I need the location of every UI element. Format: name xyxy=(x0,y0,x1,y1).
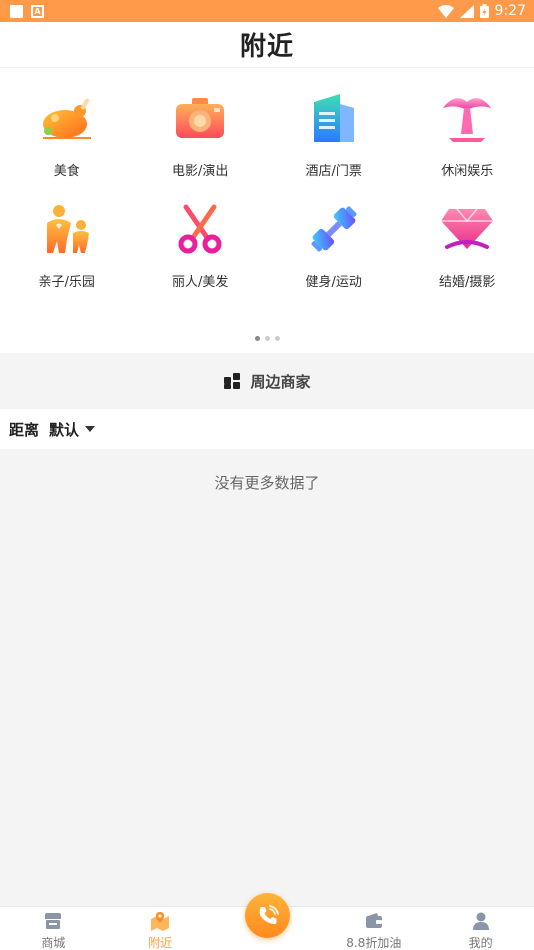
category-grid: 美食 电影/演出 酒店/门票 休闲娱乐 亲子/乐园 丽人/美发 健身/运动 结婚… xyxy=(0,80,534,302)
call-button[interactable] xyxy=(245,893,290,938)
section-title: 周边商家 xyxy=(250,372,311,391)
user-icon xyxy=(472,912,489,930)
clock: 9:27 xyxy=(494,3,526,19)
category-label: 健身/运动 xyxy=(305,275,362,290)
wifi-icon xyxy=(437,4,454,18)
signal-icon xyxy=(459,4,474,18)
nav-label: 8.8折加油 xyxy=(346,936,402,950)
page-title: 附近 xyxy=(239,32,294,62)
nav-item-mall[interactable]: 商城 xyxy=(0,907,107,950)
category-label: 电影/演出 xyxy=(172,164,229,179)
page-dot xyxy=(274,336,280,341)
sort-dropdown[interactable]: 默认 xyxy=(49,419,96,440)
scissors-icon xyxy=(178,204,222,254)
camera-icon xyxy=(176,98,225,138)
nav-label: 附近 xyxy=(148,936,173,950)
app-notification-icon: A xyxy=(31,4,44,18)
building-icon xyxy=(313,94,354,142)
status-bar: A 9:27 xyxy=(0,0,534,22)
phone-icon xyxy=(259,904,279,924)
sort-value: 默认 xyxy=(49,420,80,439)
battery-icon xyxy=(479,4,489,18)
nav-label: 商城 xyxy=(41,936,66,950)
nav-label: 我的 xyxy=(468,936,493,950)
map-pin-icon xyxy=(151,912,170,931)
category-fitness[interactable]: 健身/运动 xyxy=(267,191,401,302)
category-panel: 美食 电影/演出 酒店/门票 休闲娱乐 亲子/乐园 丽人/美发 健身/运动 结婚… xyxy=(0,68,534,353)
empty-state-text: 没有更多数据了 xyxy=(214,474,320,492)
category-hotel[interactable]: 酒店/门票 xyxy=(267,80,401,191)
nav-item-mine[interactable]: 我的 xyxy=(427,907,534,950)
parent-child-icon xyxy=(46,205,89,253)
category-label: 酒店/门票 xyxy=(305,164,362,179)
category-label: 美食 xyxy=(53,164,80,179)
distance-label: 距离 xyxy=(9,420,40,439)
page-header: 附近 xyxy=(0,22,534,68)
roast-chicken-icon xyxy=(42,98,91,139)
page-indicator xyxy=(0,336,534,341)
dumbbell-icon xyxy=(311,206,357,252)
category-leisure[interactable]: 休闲娱乐 xyxy=(401,80,534,191)
category-beauty[interactable]: 丽人/美发 xyxy=(134,191,268,302)
grid-icon xyxy=(224,373,241,389)
nearby-merchants-header: 周边商家 xyxy=(0,353,534,409)
nav-item-nearby[interactable]: 附近 xyxy=(107,907,214,950)
category-food[interactable]: 美食 xyxy=(0,80,134,191)
filter-bar: 距离 默认 xyxy=(0,409,534,449)
category-family[interactable]: 亲子/乐园 xyxy=(0,191,134,302)
page-dot xyxy=(254,336,260,341)
category-label: 休闲娱乐 xyxy=(441,164,494,179)
category-label: 亲子/乐园 xyxy=(38,275,95,290)
diamond-icon xyxy=(441,208,494,249)
category-label: 丽人/美发 xyxy=(172,275,229,290)
wallet-icon xyxy=(365,913,382,928)
page-dot xyxy=(264,336,270,341)
notification-icon xyxy=(10,4,23,18)
category-label: 结婚/摄影 xyxy=(439,275,496,290)
palm-tree-icon xyxy=(443,98,492,142)
caret-down-icon xyxy=(85,426,96,432)
store-icon xyxy=(45,913,62,929)
nav-item-fuel[interactable]: 8.8折加油 xyxy=(320,907,427,950)
category-wedding[interactable]: 结婚/摄影 xyxy=(401,191,534,302)
category-movie[interactable]: 电影/演出 xyxy=(134,80,268,191)
